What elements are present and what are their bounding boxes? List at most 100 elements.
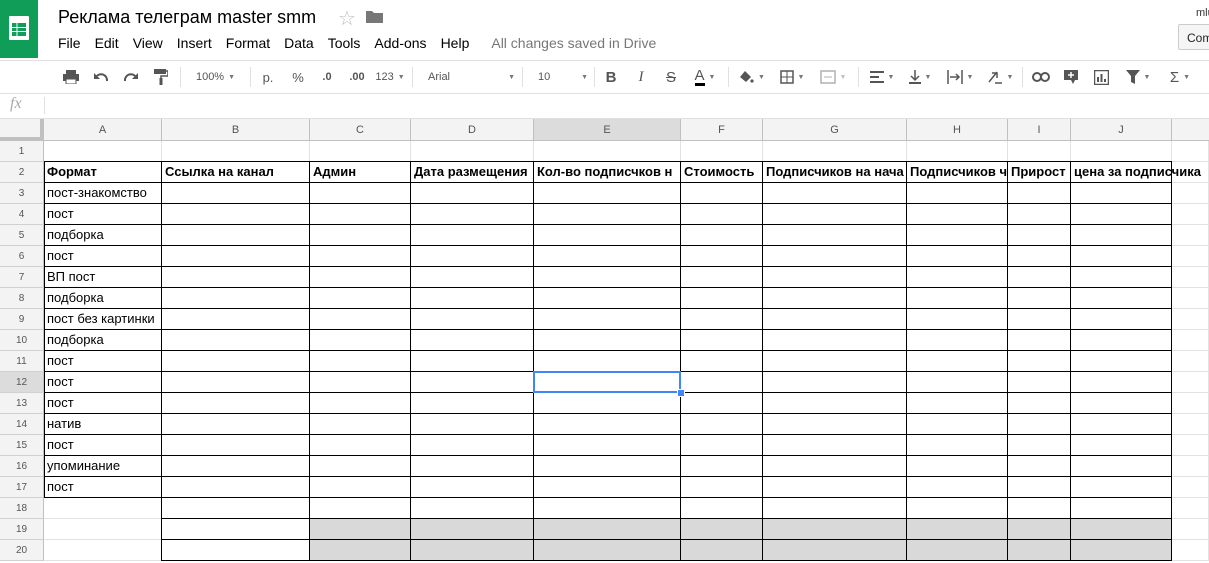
- column-header-d[interactable]: D: [411, 119, 534, 141]
- menu-insert[interactable]: Insert: [177, 35, 212, 51]
- row-header-10[interactable]: 10: [0, 330, 44, 351]
- header-cell-i[interactable]: Прирост: [1008, 162, 1070, 183]
- format-cell[interactable]: пост: [44, 477, 161, 498]
- row-header-3[interactable]: 3: [0, 183, 44, 204]
- filter-button[interactable]: ▼: [1120, 61, 1156, 93]
- row-header-7[interactable]: 7: [0, 267, 44, 288]
- row-header-19[interactable]: 19: [0, 519, 44, 540]
- functions-button[interactable]: Σ ▼: [1162, 61, 1198, 93]
- decrease-decimals-button[interactable]: .0: [315, 61, 339, 93]
- insert-chart-icon[interactable]: [1090, 61, 1112, 93]
- row-header-16[interactable]: 16: [0, 456, 44, 477]
- star-icon[interactable]: ☆: [338, 6, 356, 31]
- bold-button[interactable]: B: [600, 61, 622, 93]
- percent-format-button[interactable]: %: [287, 61, 309, 93]
- header-cell-h[interactable]: Подписчиков ч: [907, 162, 1007, 183]
- row-header-18[interactable]: 18: [0, 498, 44, 519]
- zoom-select[interactable]: 100% ▼: [188, 61, 243, 93]
- format-cell[interactable]: подборка: [44, 330, 161, 351]
- row-header-9[interactable]: 9: [0, 309, 44, 330]
- menu-edit[interactable]: Edit: [95, 35, 119, 51]
- menu-data[interactable]: Data: [284, 35, 314, 51]
- formula-input[interactable]: [50, 97, 1200, 114]
- row-header-1[interactable]: 1: [0, 141, 44, 162]
- row-header-2[interactable]: 2: [0, 162, 44, 183]
- more-formats-button[interactable]: 123 ▼: [374, 61, 406, 93]
- select-all-corner[interactable]: [0, 119, 44, 141]
- sheets-logo-icon[interactable]: [0, 0, 38, 58]
- italic-button[interactable]: I: [630, 61, 652, 93]
- row-header-11[interactable]: 11: [0, 351, 44, 372]
- comments-button[interactable]: Comments: [1178, 24, 1209, 50]
- row-header-8[interactable]: 8: [0, 288, 44, 309]
- text-wrapping-button[interactable]: ▼: [942, 61, 978, 93]
- format-cell[interactable]: пост без картинки: [44, 309, 161, 330]
- header-cell-c[interactable]: Админ: [310, 162, 410, 183]
- column-header-f[interactable]: F: [681, 119, 763, 141]
- font-size-select[interactable]: 10 ▼: [530, 61, 588, 93]
- format-cell[interactable]: упоминание: [44, 456, 161, 477]
- column-header-a[interactable]: A: [44, 119, 162, 141]
- menu-format[interactable]: Format: [226, 35, 270, 51]
- row-header-13[interactable]: 13: [0, 393, 44, 414]
- row-header-20[interactable]: 20: [0, 540, 44, 561]
- row-header-15[interactable]: 15: [0, 435, 44, 456]
- format-cell[interactable]: пост: [44, 435, 161, 456]
- redo-icon[interactable]: [120, 61, 142, 93]
- row-header-14[interactable]: 14: [0, 414, 44, 435]
- row-header-5[interactable]: 5: [0, 225, 44, 246]
- format-cell[interactable]: пост: [44, 393, 161, 414]
- column-header-b[interactable]: B: [162, 119, 310, 141]
- document-title[interactable]: Реклама телеграм master smm: [58, 7, 316, 28]
- menu-help[interactable]: Help: [441, 35, 470, 51]
- row-header-4[interactable]: 4: [0, 204, 44, 225]
- column-header-g[interactable]: G: [763, 119, 907, 141]
- menu-view[interactable]: View: [133, 35, 163, 51]
- row-header-17[interactable]: 17: [0, 477, 44, 498]
- header-cell-b[interactable]: Ссылка на канал: [162, 162, 309, 183]
- column-header-e[interactable]: E: [534, 119, 681, 141]
- column-header-i[interactable]: I: [1008, 119, 1071, 141]
- paint-format-icon[interactable]: [150, 61, 172, 93]
- header-cell-g[interactable]: Подписчиков на нача: [763, 162, 906, 183]
- fill-handle[interactable]: [677, 389, 685, 397]
- menu-tools[interactable]: Tools: [328, 35, 361, 51]
- column-header-k[interactable]: [1172, 119, 1209, 141]
- selected-cell-e12[interactable]: [533, 371, 681, 393]
- row-header-6[interactable]: 6: [0, 246, 44, 267]
- format-cell[interactable]: пост: [44, 204, 161, 225]
- format-cell[interactable]: подборка: [44, 288, 161, 309]
- header-cell-e[interactable]: Кол-во подписчков н: [534, 162, 680, 183]
- vertical-align-button[interactable]: ▼: [903, 61, 937, 93]
- menu-addons[interactable]: Add-ons: [374, 35, 426, 51]
- text-color-button[interactable]: A ▼: [688, 61, 722, 93]
- header-cell-d[interactable]: Дата размещения: [411, 162, 533, 183]
- strikethrough-button[interactable]: S: [660, 61, 682, 93]
- text-rotation-button[interactable]: ▼: [982, 61, 1018, 93]
- format-cell[interactable]: пост: [44, 246, 161, 267]
- insert-comment-icon[interactable]: [1060, 61, 1082, 93]
- format-cell[interactable]: натив: [44, 414, 161, 435]
- header-cell-f[interactable]: Стоимость: [681, 162, 762, 183]
- format-cell[interactable]: пост: [44, 351, 161, 372]
- undo-icon[interactable]: [90, 61, 112, 93]
- row-header-12[interactable]: 12: [0, 372, 44, 393]
- user-account[interactable]: mlu: [1196, 7, 1209, 19]
- column-header-c[interactable]: C: [310, 119, 411, 141]
- print-icon[interactable]: [60, 61, 82, 93]
- font-select[interactable]: Arial ▼: [420, 61, 515, 93]
- format-cell[interactable]: пост: [44, 372, 161, 393]
- borders-button[interactable]: ▼: [775, 61, 809, 93]
- column-header-h[interactable]: H: [907, 119, 1008, 141]
- format-cell[interactable]: подборка: [44, 225, 161, 246]
- header-cell-a[interactable]: Формат: [44, 162, 161, 183]
- merge-cells-button[interactable]: ▼: [815, 61, 851, 93]
- currency-format-button[interactable]: р.: [257, 61, 279, 93]
- format-cell[interactable]: ВП пост: [44, 267, 161, 288]
- folder-icon[interactable]: [366, 10, 383, 23]
- fill-color-button[interactable]: ▼: [735, 61, 769, 93]
- header-cell-j[interactable]: цена за подписчика: [1071, 162, 1201, 183]
- menu-file[interactable]: File: [58, 35, 81, 51]
- increase-decimals-button[interactable]: .00: [344, 61, 370, 93]
- format-cell[interactable]: пост-знакомство: [44, 183, 161, 204]
